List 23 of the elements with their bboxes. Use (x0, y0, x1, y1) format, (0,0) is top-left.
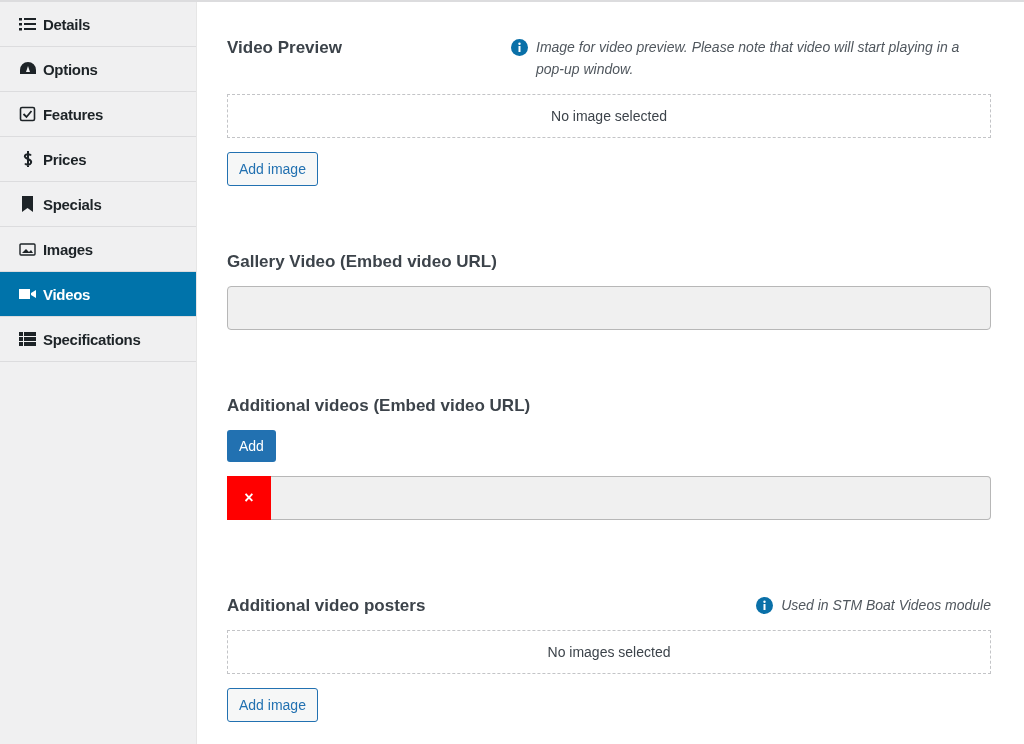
empty-text: No images selected (547, 644, 671, 660)
hint-text: Used in STM Boat Videos module (781, 596, 991, 615)
table-icon (19, 331, 37, 347)
remove-button[interactable]: × (227, 476, 271, 520)
sidebar-tab[interactable]: Videos (0, 272, 196, 317)
info-icon (756, 597, 774, 614)
add-image-button[interactable]: Add image (227, 152, 318, 186)
add-button[interactable]: Add (227, 430, 276, 462)
section-title: Gallery Video (Embed video URL) (227, 251, 497, 272)
section-title: Additional video posters (227, 595, 426, 616)
section-title: Additional videos (Embed video URL) (227, 395, 531, 416)
hint-text: Image for video preview. Please note that video will start playing in a pop-up window. (536, 38, 961, 79)
info-icon (511, 39, 528, 56)
section-title: Video Preview (227, 37, 342, 58)
checkbox-icon (19, 106, 37, 122)
image-icon (19, 241, 37, 257)
empty-text: No image selected (551, 108, 667, 124)
gauge-icon (19, 61, 37, 77)
list-icon (19, 16, 37, 32)
url-input-field[interactable] (227, 286, 991, 330)
add-image-button[interactable]: Add image (227, 688, 318, 722)
url-input-field[interactable] (271, 476, 991, 520)
video-camera-icon (19, 286, 37, 302)
